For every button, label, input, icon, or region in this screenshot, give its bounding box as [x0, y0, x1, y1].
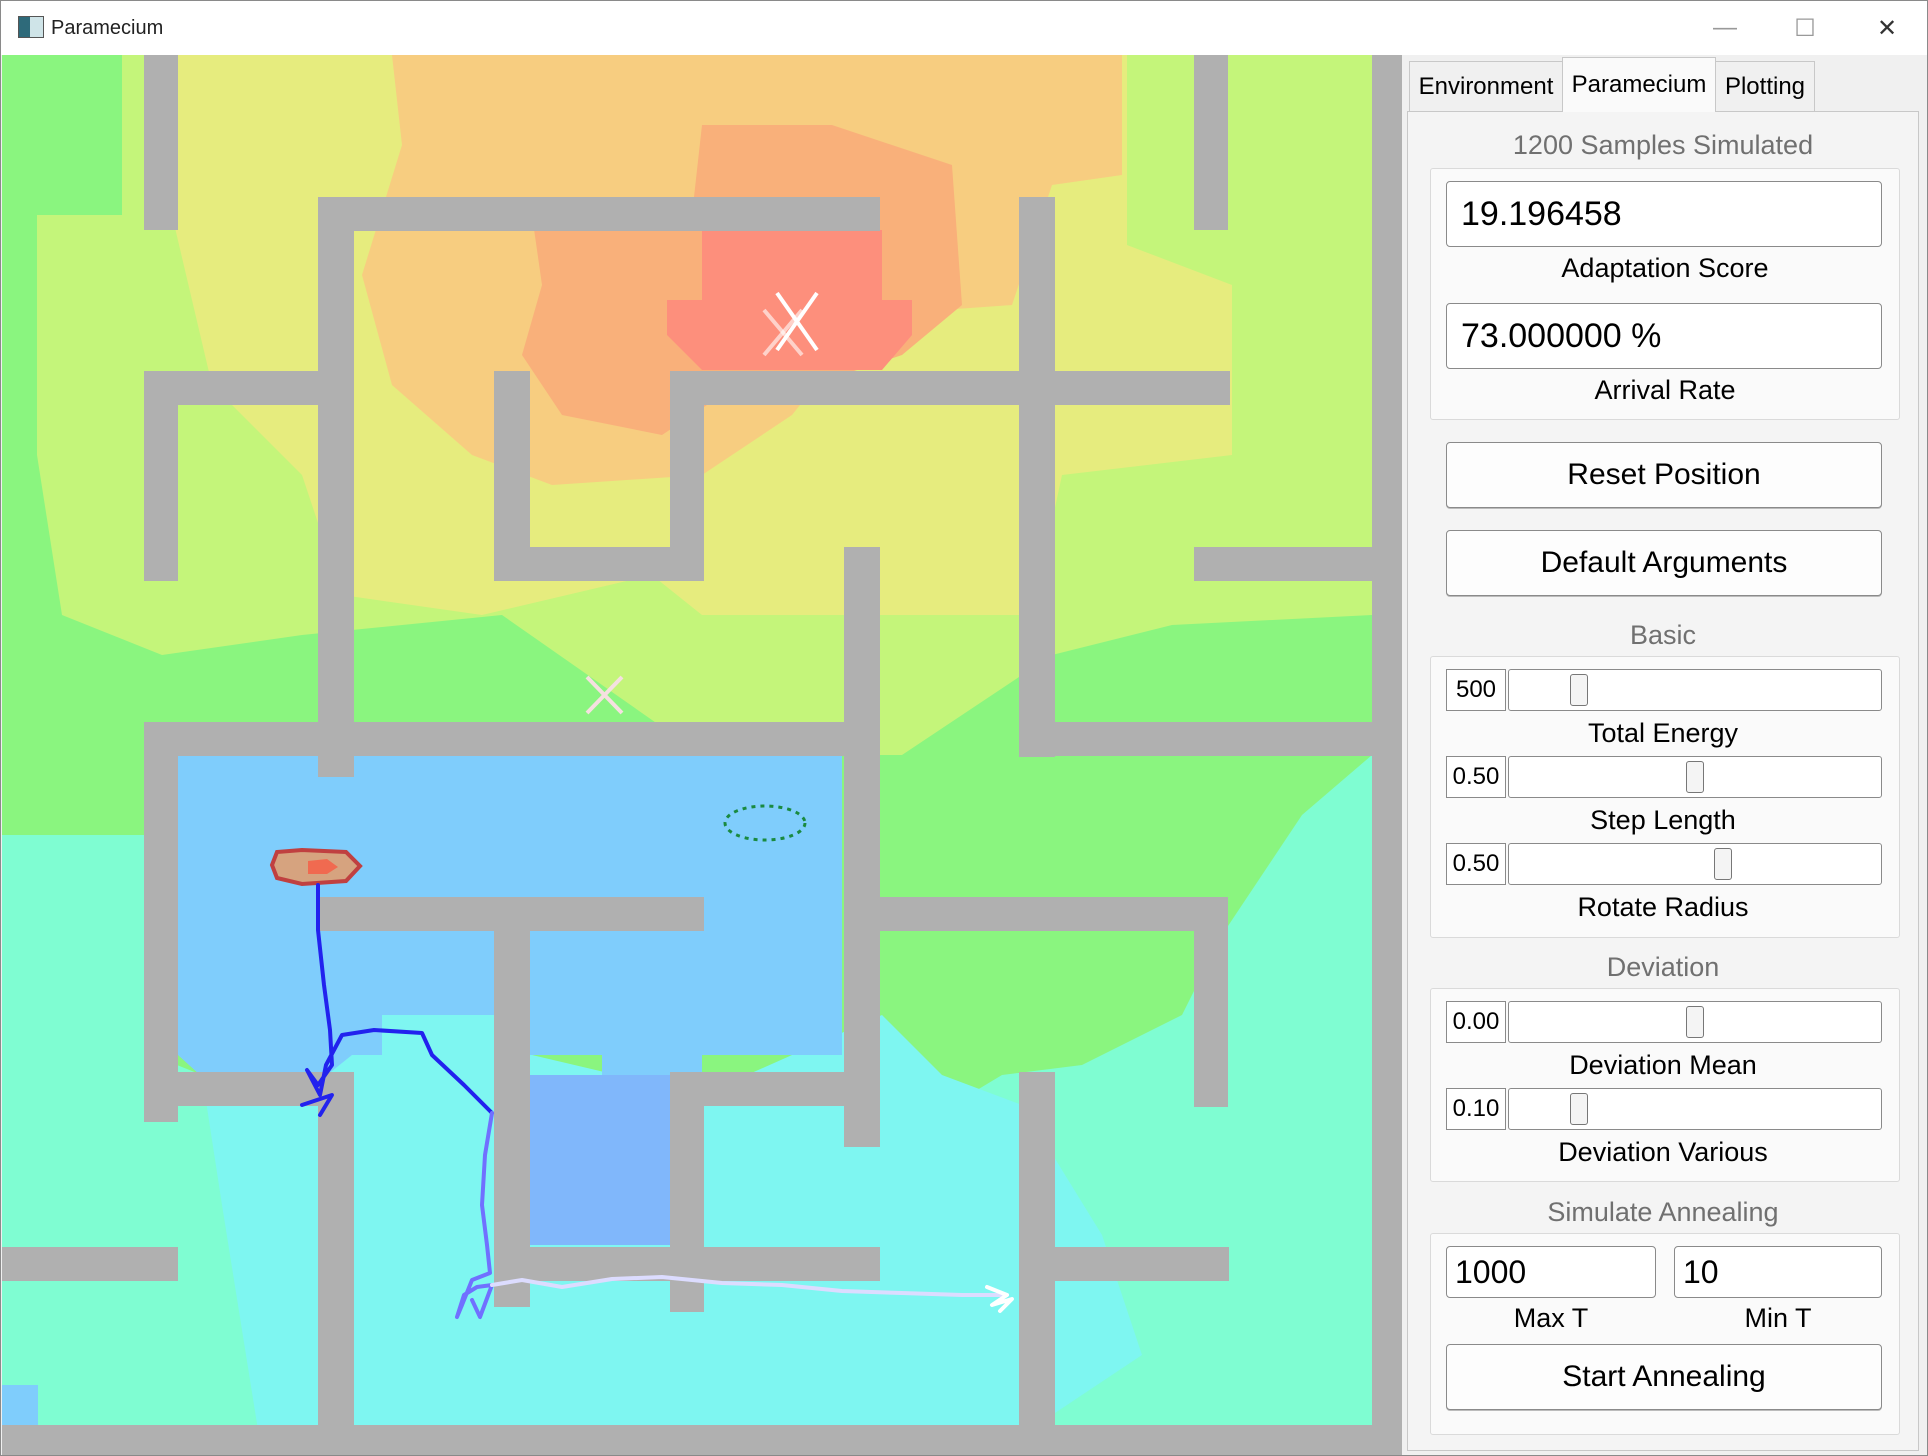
paramecium-panel: 1200 Samples Simulated 19.196458 Adaptat…	[1407, 111, 1919, 1451]
close-button[interactable]: ✕	[1853, 1, 1921, 55]
arrival-rate-label: Arrival Rate	[1594, 375, 1736, 405]
wall	[318, 897, 704, 931]
tab-environment[interactable]: Environment	[1409, 61, 1563, 112]
maze-map[interactable]	[2, 55, 1402, 1455]
start-annealing-button[interactable]: Start Annealing	[1446, 1344, 1882, 1410]
wall	[494, 897, 530, 1307]
wall	[2, 1425, 1402, 1455]
default-arguments-button[interactable]: Default Arguments	[1446, 530, 1882, 596]
rotate-radius-slider[interactable]: 0.50	[1446, 843, 1882, 885]
wall	[144, 371, 354, 405]
green-spot-region	[1332, 685, 1372, 725]
slider-track[interactable]	[1508, 843, 1882, 885]
window-title: Paramecium	[51, 17, 164, 39]
results-group: 19.196458 Adaptation Score 73.000000 % A…	[1430, 168, 1900, 420]
wall	[844, 897, 1228, 931]
slider-handle[interactable]	[1569, 674, 1588, 706]
adaptation-score-label: Adaptation Score	[1561, 253, 1769, 283]
wall	[494, 1247, 880, 1281]
annealing-heading: Simulate Annealing	[1547, 1197, 1779, 1227]
deviation-mean-label: Deviation Mean	[1569, 1050, 1757, 1080]
total-energy-slider[interactable]: 500	[1446, 669, 1882, 711]
basic-heading: Basic	[1629, 620, 1697, 650]
arrival-rate-field[interactable]: 73.000000 %	[1446, 303, 1882, 369]
wall	[318, 197, 880, 231]
deviation-various-label: Deviation Various	[1558, 1137, 1768, 1167]
wall	[144, 722, 178, 1122]
wall	[318, 1072, 354, 1455]
wall	[670, 1072, 880, 1106]
step-length-value[interactable]: 0.50	[1446, 756, 1506, 798]
wall	[1019, 1247, 1229, 1281]
wall	[1194, 55, 1228, 230]
wall	[1194, 547, 1372, 581]
minimize-button[interactable]: —	[1691, 1, 1759, 55]
app-window: Paramecium — ☐ ✕ Environment Paramecium …	[0, 0, 1928, 1456]
slider-handle[interactable]	[1569, 1093, 1588, 1125]
deviation-various-value[interactable]: 0.10	[1446, 1088, 1506, 1130]
max-t-input[interactable]: 1000	[1446, 1246, 1656, 1298]
step-length-label: Step Length	[1590, 805, 1736, 835]
maximize-button[interactable]: ☐	[1771, 1, 1839, 55]
min-t-label: Min T	[1744, 1303, 1812, 1333]
max-t-label: Max T	[1513, 1303, 1589, 1333]
slider-track[interactable]	[1508, 1001, 1882, 1043]
slider-handle[interactable]	[1686, 761, 1704, 793]
deviation-various-slider[interactable]: 0.10	[1446, 1088, 1882, 1130]
title-bar: Paramecium — ☐ ✕	[1, 1, 1927, 55]
total-energy-value[interactable]: 500	[1446, 669, 1506, 711]
wall	[318, 197, 354, 777]
control-sidebar: Environment Paramecium Plotting 1200 Sam…	[1401, 55, 1927, 1455]
deviation-mean-value[interactable]: 0.00	[1446, 1001, 1506, 1043]
green-corner-region	[2, 55, 122, 215]
min-t-input[interactable]: 10	[1674, 1246, 1882, 1298]
deviation-heading: Deviation	[1606, 952, 1720, 982]
wall	[1019, 722, 1372, 756]
total-energy-label: Total Energy	[1587, 718, 1739, 748]
rotate-radius-label: Rotate Radius	[1577, 892, 1749, 922]
app-icon	[18, 16, 44, 38]
step-length-slider[interactable]: 0.50	[1446, 756, 1882, 798]
red-region	[667, 230, 912, 370]
samples-heading: 1200 Samples Simulated	[1512, 130, 1814, 160]
slider-handle[interactable]	[1714, 848, 1733, 880]
wall	[2, 1247, 178, 1281]
wall	[1372, 55, 1402, 1455]
wall	[144, 722, 880, 756]
slider-track[interactable]	[1508, 1088, 1882, 1130]
wall	[1019, 197, 1055, 757]
wall	[670, 371, 1230, 405]
reset-position-button[interactable]: Reset Position	[1446, 442, 1882, 508]
slider-handle[interactable]	[1686, 1006, 1704, 1038]
wall	[144, 55, 178, 230]
wall	[494, 547, 704, 581]
tab-plotting[interactable]: Plotting	[1715, 61, 1815, 112]
rotate-radius-value[interactable]: 0.50	[1446, 843, 1506, 885]
slider-track[interactable]	[1508, 669, 1882, 711]
tab-paramecium[interactable]: Paramecium	[1562, 57, 1716, 112]
slider-track[interactable]	[1508, 756, 1882, 798]
adaptation-score-field[interactable]: 19.196458	[1446, 181, 1882, 247]
deviation-mean-slider[interactable]: 0.00	[1446, 1001, 1882, 1043]
wall	[844, 547, 880, 1147]
